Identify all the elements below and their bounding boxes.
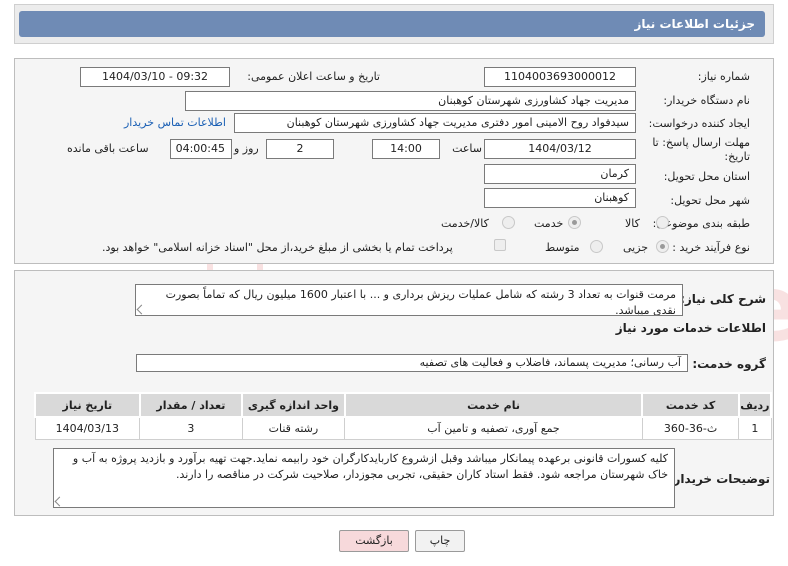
need-number-field: 1104003693000012: [484, 67, 636, 87]
cell-date: 1404/03/13: [34, 416, 141, 440]
cell-row: 1: [738, 416, 772, 440]
process-medium-label: متوسط: [545, 241, 580, 254]
category-goods-label: کالا: [625, 217, 640, 230]
col-unit-header: واحد اندازه گیری: [241, 392, 346, 418]
days-label: روز و: [234, 142, 259, 155]
creator-label: ایجاد کننده درخواست:: [648, 117, 750, 130]
table-row: 1 ث-36-360 جمع آوری، تصفیه و تامین آب رش…: [34, 416, 772, 440]
col-row-header: ردیف: [737, 392, 773, 418]
table-header-row: ردیف کد خدمت نام خدمت واحد اندازه گیری ت…: [34, 392, 773, 418]
category-goods-radio[interactable]: [656, 216, 669, 229]
announce-datetime-field: 1404/03/10 - 09:32: [80, 67, 230, 87]
announce-label: تاریخ و ساعت اعلان عمومی:: [247, 70, 380, 83]
col-date-header: تاریخ نیاز: [34, 392, 141, 418]
summary-textarea[interactable]: مرمت قنوات به تعداد 3 رشته که شامل عملیا…: [135, 284, 683, 316]
col-service-name-header: نام خدمت: [343, 392, 644, 418]
creator-field: سیدفواد روح الامینی امور دفتری مدیریت جه…: [234, 113, 636, 133]
page-title: جزئیات اطلاعات نیاز: [19, 11, 765, 37]
process-medium-radio[interactable]: [590, 240, 603, 253]
buyer-org-field: مدیریت جهاد کشاورزی شهرستان کوهبنان: [185, 91, 636, 111]
treasury-payment-checkbox[interactable]: [494, 239, 506, 251]
deadline-label: مهلت ارسال پاسخ: تا: [652, 136, 750, 149]
process-label: نوع فرآیند خرید :: [672, 241, 750, 254]
process-minor-radio[interactable]: [656, 240, 669, 253]
province-field: کرمان: [484, 164, 636, 184]
city-field: کوهبنان: [484, 188, 636, 208]
treasury-payment-note: پرداخت تمام یا بخشی از مبلغ خرید،از محل …: [102, 241, 453, 254]
remaining-label: ساعت باقی مانده: [67, 142, 149, 155]
service-group-label: گروه خدمت:: [692, 357, 766, 371]
services-heading: اطلاعات خدمات مورد نیاز: [615, 321, 766, 335]
cell-quantity: 3: [139, 416, 243, 440]
services-table: ردیف کد خدمت نام خدمت واحد اندازه گیری ت…: [34, 392, 773, 440]
buyer-org-label: نام دستگاه خریدار:: [663, 94, 750, 107]
buyer-contact-link[interactable]: اطلاعات تماس خریدار: [124, 116, 226, 129]
buyer-notes-textarea[interactable]: کلیه کسورات قانونی برعهده پیمانکار میباش…: [53, 448, 675, 508]
deadline-date-field: 1404/03/12: [484, 139, 636, 159]
col-code-header: کد خدمت: [641, 392, 740, 418]
category-goods-service-label: کالا/خدمت: [441, 217, 489, 230]
header-container: جزئیات اطلاعات نیاز: [14, 4, 774, 44]
cell-unit: رشته قنات: [241, 416, 346, 440]
buyer-notes-label: توضیحات خریدار:: [668, 472, 770, 486]
category-goods-service-radio[interactable]: [502, 216, 515, 229]
process-minor-label: جزیی: [623, 241, 649, 254]
city-label: شهر محل تحویل:: [670, 194, 750, 207]
col-quantity-header: تعداد / مقدار: [138, 392, 244, 418]
deadline-label-date: تاریخ:: [724, 150, 750, 163]
province-label: استان محل تحویل:: [663, 170, 750, 183]
remaining-time-field: 04:00:45: [170, 139, 232, 159]
need-info-panel: [14, 58, 774, 264]
need-number-label: شماره نیاز:: [697, 70, 750, 83]
cell-code: ث-36-360: [641, 416, 740, 440]
remaining-days-field: 2: [266, 139, 334, 159]
deadline-time-field: 14:00: [372, 139, 440, 159]
category-service-label: خدمت: [534, 217, 564, 230]
category-service-radio[interactable]: [568, 216, 581, 229]
print-button[interactable]: چاپ: [415, 530, 465, 552]
back-button[interactable]: بازگشت: [339, 530, 409, 552]
deadline-time-label: ساعت: [452, 142, 482, 155]
service-group-field: آب رسانی؛ مدیریت پسماند، فاضلاب و فعالیت…: [136, 354, 688, 372]
summary-label: شرح کلی نیاز:: [680, 292, 766, 306]
cell-service-name: جمع آوری، تصفیه و تامین آب: [344, 416, 643, 440]
